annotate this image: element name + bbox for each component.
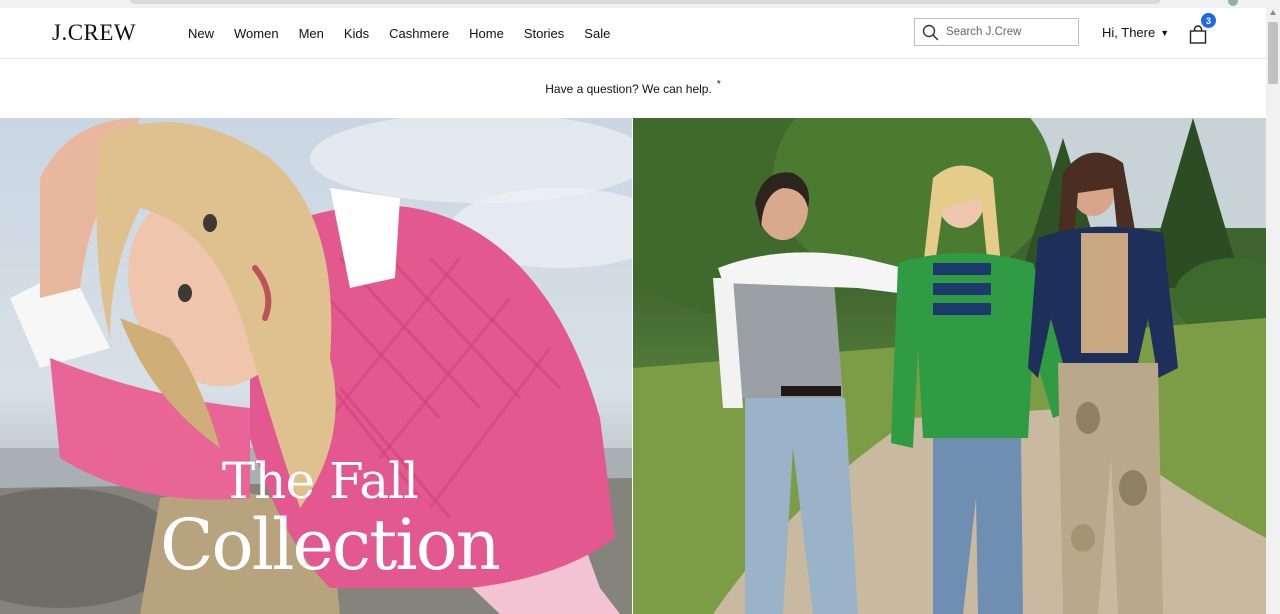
hero-image-fall-collection[interactable]: The Fall Collection: [0, 118, 632, 614]
nav-kids[interactable]: Kids: [344, 26, 369, 41]
address-bar-edge: [130, 0, 1160, 4]
main-nav: New Women Men Kids Cashmere Home Stories…: [188, 8, 630, 58]
browser-top-strip: [0, 0, 1280, 8]
hero-title: The Fall Collection: [160, 452, 501, 586]
nav-stories[interactable]: Stories: [524, 26, 564, 41]
bag-count-badge: 3: [1201, 13, 1216, 28]
scrollbar-thumb[interactable]: [1268, 22, 1278, 84]
nav-sale[interactable]: Sale: [584, 26, 610, 41]
page-scrollbar[interactable]: [1266, 8, 1280, 614]
jcrew-logo[interactable]: J.CREW: [52, 20, 136, 46]
shopping-bag-icon: [1189, 25, 1207, 44]
search-input[interactable]: [944, 25, 1068, 39]
site-header: J.CREW New Women Men Kids Cashmere Home …: [0, 8, 1266, 59]
nav-home[interactable]: Home: [469, 26, 504, 41]
search-box[interactable]: [914, 18, 1079, 46]
hero-image-three-women[interactable]: [633, 118, 1266, 614]
nav-cashmere[interactable]: Cashmere: [389, 26, 449, 41]
scroll-up-arrow-icon[interactable]: [1270, 10, 1276, 15]
hero-title-line-1: The Fall: [221, 452, 419, 510]
nav-new[interactable]: New: [188, 26, 214, 41]
shopping-bag-button[interactable]: 3: [1188, 13, 1216, 46]
help-banner-text: Have a question? We can help.: [545, 81, 712, 96]
nav-men[interactable]: Men: [299, 26, 324, 41]
help-banner[interactable]: Have a question? We can help. *: [0, 59, 1266, 118]
nav-women[interactable]: Women: [234, 26, 279, 41]
account-menu[interactable]: Hi, There ▼: [1102, 25, 1169, 40]
chevron-down-icon: ▼: [1160, 27, 1170, 38]
three-women-walking-image: [633, 118, 1266, 614]
hero-title-line-2: Collection: [160, 504, 501, 586]
search-icon: [922, 24, 939, 40]
account-label: Hi, There: [1102, 25, 1156, 40]
browser-profile-icon: [1228, 0, 1238, 6]
asterisk-icon: *: [716, 79, 721, 90]
